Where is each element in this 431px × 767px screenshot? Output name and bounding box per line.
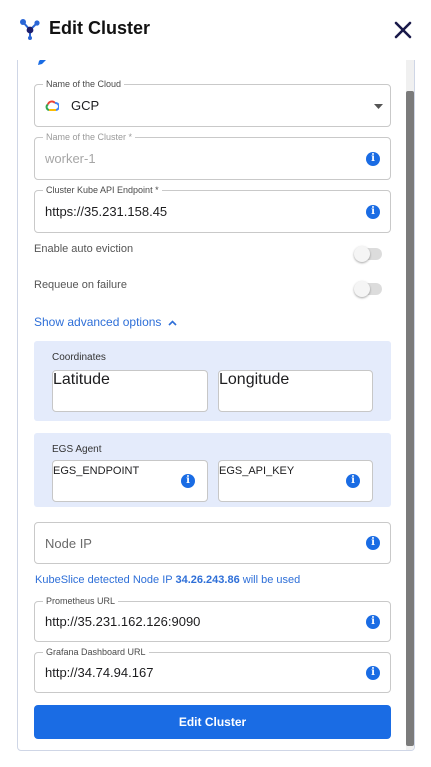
longitude-input[interactable]: Longitude bbox=[218, 370, 373, 412]
dialog-title: Edit Cluster bbox=[49, 18, 151, 38]
info-icon[interactable]: i bbox=[366, 536, 380, 550]
detected-prefix: KubeSlice detected Node IP bbox=[35, 574, 173, 586]
coordinates-label: Coordinates bbox=[52, 352, 106, 363]
toggle-knob bbox=[354, 246, 370, 262]
caret-down-icon bbox=[374, 104, 383, 109]
scrollbar-track[interactable] bbox=[406, 51, 414, 750]
info-icon[interactable]: i bbox=[181, 474, 195, 488]
auto-eviction-toggle[interactable] bbox=[354, 246, 382, 262]
show-advanced-options-link[interactable]: Show advanced options bbox=[34, 315, 177, 329]
info-icon[interactable]: i bbox=[366, 615, 380, 629]
kube-api-endpoint-value: https://35.231.158.45 bbox=[45, 204, 168, 219]
info-icon[interactable]: i bbox=[366, 666, 380, 680]
info-icon[interactable]: i bbox=[366, 152, 380, 166]
cloud-select-value: GCP bbox=[71, 98, 100, 113]
prometheus-url-value: http://35.231.162.126:9090 bbox=[45, 614, 201, 629]
prometheus-url-field[interactable]: Prometheus URL http://35.231.162.126:909… bbox=[34, 595, 391, 642]
kube-api-endpoint-field[interactable]: Cluster Kube API Endpoint * https://35.2… bbox=[34, 184, 391, 233]
requeue-label: Requeue on failure bbox=[34, 279, 127, 291]
node-ip-input[interactable]: Node IP i bbox=[34, 522, 391, 564]
toggle-knob bbox=[354, 281, 370, 297]
longitude-placeholder: Longitude bbox=[219, 371, 290, 388]
dialog-header: Edit Cluster bbox=[0, 0, 431, 60]
info-icon[interactable]: i bbox=[346, 474, 360, 488]
egs-endpoint-placeholder: EGS_ENDPOINT bbox=[53, 465, 140, 477]
egs-agent-group: EGS Agent EGS_ENDPOINT i EGS_API_KEY i bbox=[34, 433, 391, 507]
kube-api-endpoint-label: Cluster Kube API Endpoint * bbox=[43, 184, 162, 196]
edit-cluster-panel: Edit Cluster Details Name of the Cloud G… bbox=[17, 50, 415, 751]
scrollbar-thumb[interactable] bbox=[406, 91, 414, 746]
prometheus-url-label: Prometheus URL bbox=[43, 595, 119, 607]
close-icon[interactable] bbox=[392, 19, 414, 41]
grafana-url-field[interactable]: Grafana Dashboard URL http://34.74.94.16… bbox=[34, 646, 391, 693]
cluster-name-value: worker-1 bbox=[45, 151, 96, 166]
grafana-url-label: Grafana Dashboard URL bbox=[43, 646, 149, 658]
auto-eviction-label: Enable auto eviction bbox=[34, 243, 134, 255]
egs-endpoint-input[interactable]: EGS_ENDPOINT i bbox=[52, 460, 208, 502]
detected-node-ip: 34.26.243.86 bbox=[175, 574, 240, 586]
info-icon[interactable]: i bbox=[366, 205, 380, 219]
egs-agent-label: EGS Agent bbox=[52, 444, 102, 455]
cloud-select[interactable]: Name of the Cloud GCP bbox=[34, 78, 391, 127]
egs-api-key-placeholder: EGS_API_KEY bbox=[219, 465, 295, 477]
cluster-name-label: Name of the Cluster * bbox=[43, 131, 136, 143]
latitude-input[interactable]: Latitude bbox=[52, 370, 208, 412]
cloud-select-label: Name of the Cloud bbox=[43, 78, 125, 90]
coordinates-group: Coordinates Latitude Longitude bbox=[34, 341, 391, 421]
requeue-toggle[interactable] bbox=[354, 281, 382, 297]
google-cloud-icon bbox=[45, 100, 59, 111]
edit-cluster-button[interactable]: Edit Cluster bbox=[34, 705, 391, 739]
grafana-url-value: http://34.74.94.167 bbox=[45, 665, 154, 680]
chevron-up-icon bbox=[168, 320, 177, 326]
latitude-placeholder: Latitude bbox=[53, 371, 110, 388]
kubeslice-logo-icon bbox=[20, 19, 40, 40]
detected-node-ip-message: KubeSlice detected Node IP 34.26.243.86 … bbox=[35, 574, 300, 586]
detected-suffix: will be used bbox=[242, 574, 301, 586]
cluster-name-field[interactable]: Name of the Cluster * worker-1 i bbox=[34, 131, 391, 180]
node-ip-placeholder: Node IP bbox=[45, 536, 92, 551]
show-advanced-options-label: Show advanced options bbox=[34, 315, 162, 329]
egs-api-key-input[interactable]: EGS_API_KEY i bbox=[218, 460, 373, 502]
